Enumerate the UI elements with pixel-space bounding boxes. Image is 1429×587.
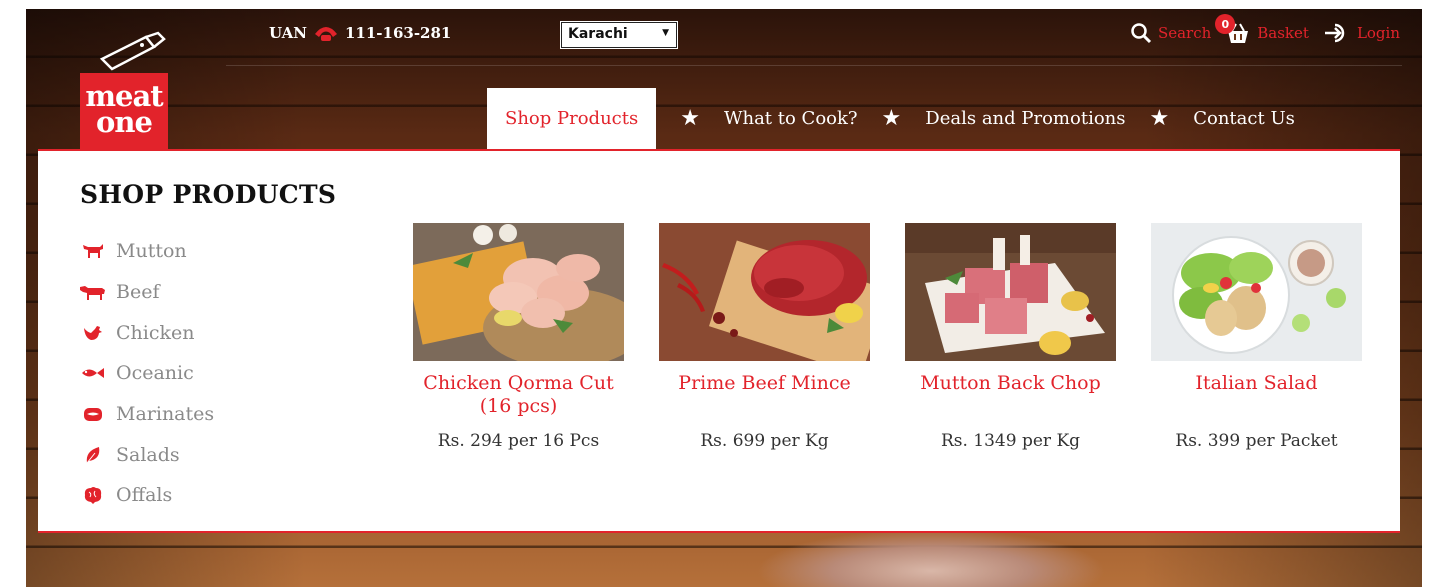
- product-card[interactable]: Mutton Back Chop Rs. 1349 per Kg: [905, 223, 1116, 451]
- search-label: Search: [1157, 24, 1212, 42]
- category-item-oceanic[interactable]: Oceanic: [80, 353, 214, 394]
- category-label: Offals: [116, 484, 173, 507]
- star-separator-icon: ★: [680, 106, 700, 131]
- product-image-beef-mince[interactable]: [659, 223, 870, 361]
- page-background: meat one UAN 111-163-281 Karachi ▼ Searc…: [26, 9, 1422, 587]
- basket-button[interactable]: 0 Basket: [1215, 14, 1309, 44]
- brain-icon: [80, 485, 106, 505]
- category-label: Oceanic: [116, 362, 194, 385]
- uan-contact: UAN 111-163-281: [269, 24, 451, 42]
- product-card[interactable]: Chicken Qorma Cut (16 pcs) Rs. 294 per 1…: [413, 223, 624, 451]
- cleaver-icon: [99, 31, 166, 71]
- category-item-offals[interactable]: Offals: [80, 475, 214, 516]
- phone-icon: [314, 27, 337, 41]
- category-label: Beef: [116, 281, 160, 304]
- category-list: Mutton Beef Chicken Oceanic Marinates Sa…: [80, 231, 214, 516]
- login-button[interactable]: Login: [1323, 22, 1400, 44]
- main-nav: Shop Products ★ What to Cook? ★ Deals an…: [487, 88, 1295, 149]
- product-image-chicken-qorma[interactable]: [413, 223, 624, 361]
- product-name[interactable]: Italian Salad: [1151, 372, 1362, 420]
- search-icon: [1131, 23, 1151, 44]
- fish-icon: [80, 363, 106, 383]
- category-item-beef[interactable]: Beef: [80, 272, 214, 313]
- product-price: Rs. 699 per Kg: [700, 431, 829, 451]
- panel-title: SHOP PRODUCTS: [80, 180, 337, 209]
- uan-number: 111-163-281: [344, 24, 452, 42]
- goat-icon: [80, 241, 106, 261]
- category-label: Salads: [116, 443, 180, 466]
- header-divider: [226, 65, 1402, 66]
- header-actions: Search 0 Basket Login: [1130, 14, 1400, 44]
- background-meat-image: [756, 529, 1106, 587]
- city-select-value: Karachi: [568, 26, 628, 42]
- basket-label: Basket: [1257, 24, 1309, 42]
- category-item-mutton[interactable]: Mutton: [80, 231, 214, 272]
- featured-products: Chicken Qorma Cut (16 pcs) Rs. 294 per 1…: [413, 223, 1362, 451]
- product-name[interactable]: Chicken Qorma Cut (16 pcs): [413, 372, 624, 420]
- category-label: Mutton: [116, 240, 187, 263]
- login-label: Login: [1356, 24, 1400, 42]
- category-item-chicken[interactable]: Chicken: [80, 312, 214, 353]
- category-label: Chicken: [116, 321, 195, 344]
- product-image-italian-salad[interactable]: [1151, 223, 1362, 361]
- search-button[interactable]: Search: [1130, 22, 1211, 44]
- tab-shop-products[interactable]: Shop Products: [487, 88, 657, 149]
- marinate-icon: [80, 404, 106, 424]
- category-item-salads[interactable]: Salads: [80, 434, 214, 475]
- product-price: Rs. 1349 per Kg: [940, 431, 1081, 451]
- category-label: Marinates: [116, 403, 215, 426]
- product-card[interactable]: Prime Beef Mince Rs. 699 per Kg: [659, 223, 870, 451]
- category-item-marinates[interactable]: Marinates: [80, 394, 214, 435]
- tab-deals-promotions[interactable]: Deals and Promotions: [925, 108, 1125, 129]
- login-icon: [1324, 23, 1345, 43]
- chevron-down-icon: ▼: [662, 28, 669, 38]
- product-card[interactable]: Italian Salad Rs. 399 per Packet: [1151, 223, 1362, 451]
- city-select[interactable]: Karachi ▼: [560, 21, 678, 49]
- cow-icon: [80, 282, 106, 302]
- shop-products-dropdown: SHOP PRODUCTS Mutton Beef Chicken Oceani…: [38, 149, 1400, 533]
- product-name[interactable]: Prime Beef Mince: [659, 372, 870, 420]
- tab-contact-us[interactable]: Contact Us: [1193, 108, 1295, 129]
- chicken-icon: [80, 323, 106, 343]
- leaf-icon: [80, 445, 106, 465]
- tab-what-to-cook[interactable]: What to Cook?: [724, 108, 858, 129]
- product-image-mutton-chop[interactable]: [905, 223, 1116, 361]
- star-separator-icon: ★: [1149, 106, 1170, 131]
- product-name[interactable]: Mutton Back Chop: [905, 372, 1116, 420]
- star-separator-icon: ★: [881, 106, 902, 131]
- brand-logo[interactable]: meat one: [80, 73, 168, 149]
- uan-label: UAN: [269, 24, 307, 42]
- product-price: Rs. 399 per Packet: [1175, 431, 1338, 451]
- product-price: Rs. 294 per 16 Pcs: [437, 431, 600, 451]
